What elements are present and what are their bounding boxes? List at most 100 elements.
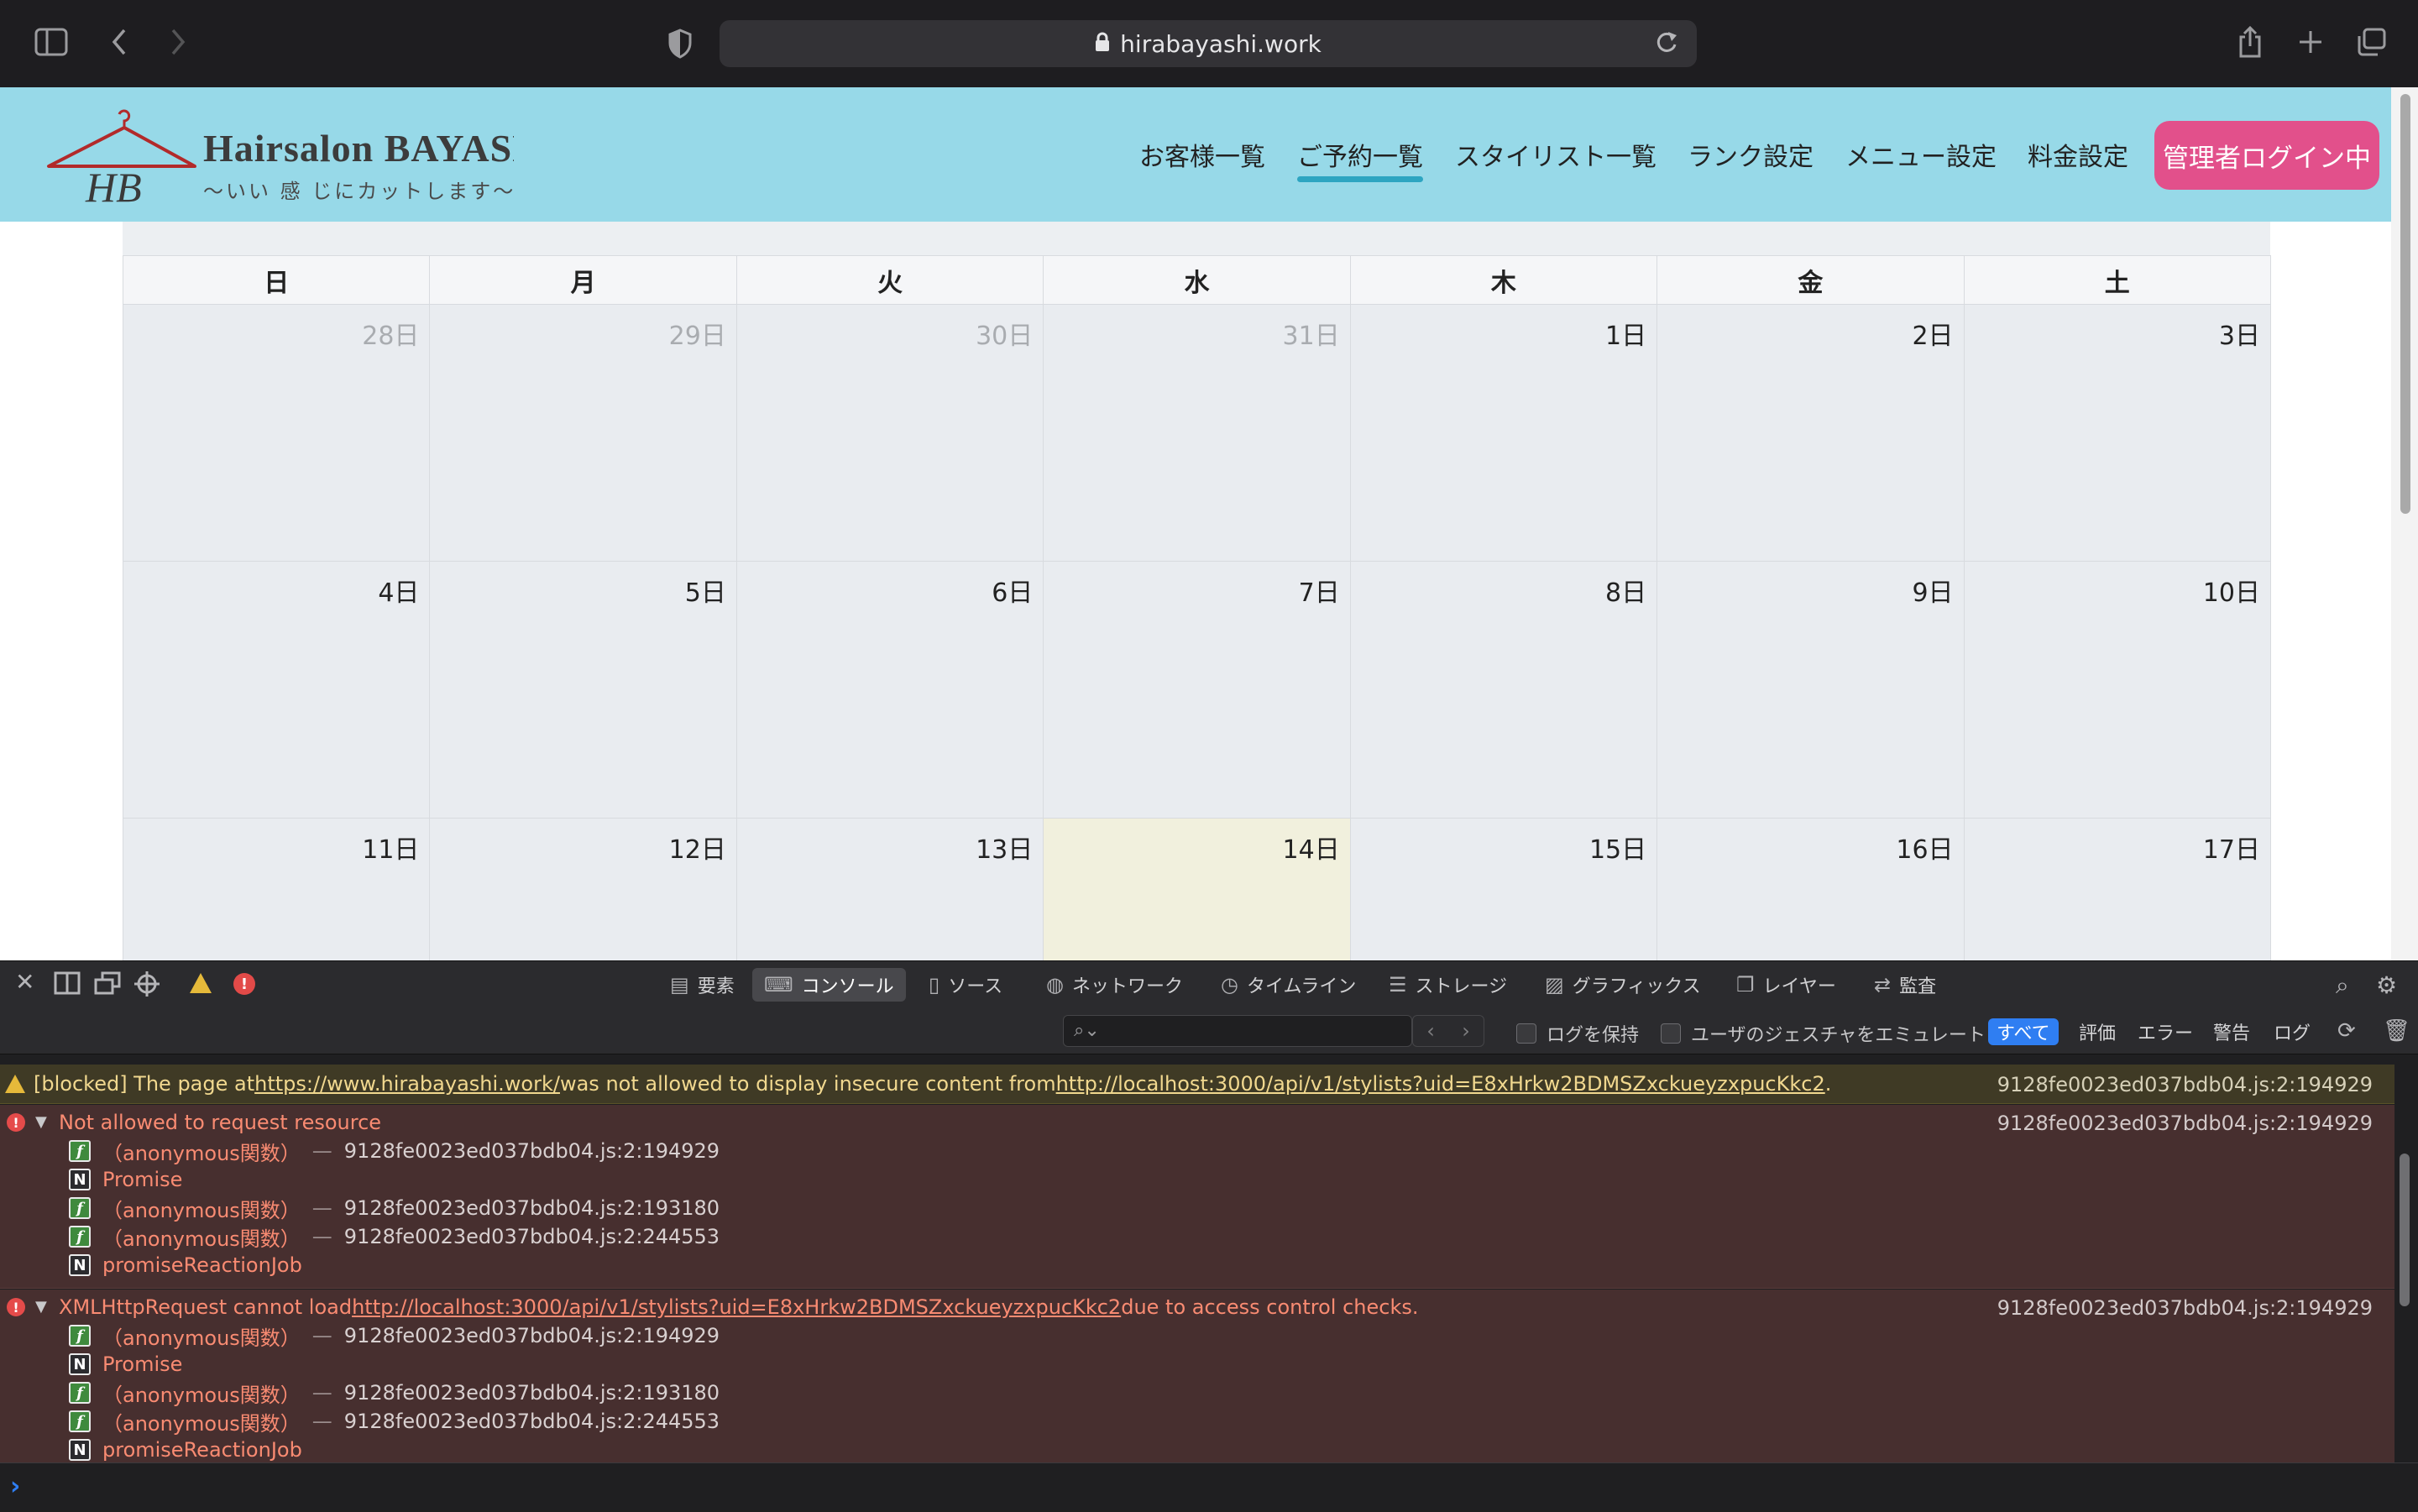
stack-frame[interactable]: NpromiseReactionJob: [69, 1436, 302, 1462]
emulate-gesture-checkbox[interactable]: ユーザのジェスチャをエミュレート: [1661, 1020, 1986, 1047]
calendar-day[interactable]: 30日: [736, 305, 1044, 562]
dock-side-icon[interactable]: [54, 971, 81, 1001]
frame-function-name: （anonymous関数）: [102, 1198, 301, 1222]
tab-audit[interactable]: ⇄ 監査: [1862, 968, 1948, 1002]
nav-stylists[interactable]: スタイリスト一覧: [1455, 136, 1656, 173]
nav-reservations[interactable]: ご予約一覧: [1297, 136, 1423, 182]
console-error-message[interactable]: ! ▼ Not allowed to request resource 9128fe0…: [0, 1105, 2394, 1289]
warning-page-link[interactable]: https://www.hirabayashi.work/: [254, 1072, 560, 1096]
gear-icon[interactable]: ⚙: [2376, 971, 2397, 999]
nav-rank-settings[interactable]: ランク設定: [1688, 136, 1814, 173]
stack-frame[interactable]: f （anonymous関数） — 9128fe0023ed037bdb04.js:2…: [69, 1222, 720, 1251]
error-title: XMLHttpRequest cannot load http://localh…: [59, 1293, 1418, 1321]
element-picker-icon[interactable]: [134, 971, 160, 1002]
console-error-message[interactable]: ! ▼ XMLHttpRequest cannot load http://loca…: [0, 1290, 2394, 1462]
preserve-log-checkbox[interactable]: ログを保持: [1516, 1020, 1639, 1047]
calendar-day[interactable]: 8日: [1350, 562, 1658, 819]
next-icon[interactable]: ›: [1448, 1016, 1484, 1046]
calendar-toolbar: [123, 222, 2270, 255]
reload-icon[interactable]: [1655, 30, 1678, 61]
site-logo[interactable]: HB Hairsalon BAYASHI 〜いい 感 じにカットします〜: [44, 107, 514, 208]
calendar-day[interactable]: 31日: [1044, 305, 1351, 562]
tab-timeline[interactable]: ◷ タイムライン: [1209, 968, 1368, 1002]
level-filter-button[interactable]: エラー: [2129, 1018, 2201, 1045]
frame-location-link[interactable]: 9128fe0023ed037bdb04.js:2:193180: [344, 1381, 720, 1405]
tab-elements[interactable]: ▤ 要素: [658, 968, 746, 1002]
previous-icon[interactable]: ‹: [1413, 1016, 1448, 1046]
tab-overview-icon[interactable]: [2353, 25, 2389, 59]
calendar-day[interactable]: 29日: [430, 305, 737, 562]
tab-graphics[interactable]: ▨ グラフィックス: [1533, 968, 1713, 1002]
filter-nav-arrows[interactable]: ‹ ›: [1412, 1015, 1484, 1047]
nav-price-settings[interactable]: 料金設定: [2028, 136, 2128, 173]
error-count-icon[interactable]: !: [233, 973, 255, 995]
calendar-day[interactable]: 2日: [1657, 305, 1965, 562]
disclosure-triangle-icon[interactable]: ▼: [35, 1113, 47, 1131]
auto-clear-icon[interactable]: ⟳: [2337, 1018, 2356, 1044]
share-icon[interactable]: [2233, 24, 2267, 60]
detach-window-icon[interactable]: [94, 971, 121, 1001]
calendar-day[interactable]: 7日: [1044, 562, 1351, 819]
address-bar[interactable]: hirabayashi.work: [720, 20, 1697, 67]
source-location-link[interactable]: 9128fe0023ed037bdb04.js:2:194929: [1997, 1296, 2373, 1320]
lock-icon: [1095, 30, 1110, 58]
console-filter-input[interactable]: ⌕⌄: [1063, 1015, 1412, 1047]
frame-location-link[interactable]: 9128fe0023ed037bdb04.js:2:244553: [344, 1410, 720, 1433]
calendar-day[interactable]: 28日: [123, 305, 431, 562]
calendar-day[interactable]: 10日: [1964, 562, 2271, 819]
error-resource-link[interactable]: http://localhost:3000/api/v1/stylists?ui…: [352, 1295, 1121, 1319]
error-icon: !: [7, 1298, 25, 1316]
calendar-day[interactable]: 4日: [123, 562, 431, 819]
frame-location-link[interactable]: 9128fe0023ed037bdb04.js:2:244553: [344, 1225, 720, 1248]
search-icon[interactable]: ⌕: [2336, 971, 2349, 1000]
stack-frame[interactable]: f （anonymous関数） — 9128fe0023ed037bdb04.js:2…: [69, 1321, 720, 1350]
console-warning-message[interactable]: [blocked] The page at https://www.hiraba…: [0, 1065, 2394, 1104]
forward-icon[interactable]: [163, 25, 193, 59]
level-filter-button[interactable]: 警告: [2205, 1018, 2258, 1045]
console-prompt[interactable]: ›: [0, 1462, 2418, 1512]
calendar-day[interactable]: 6日: [736, 562, 1044, 819]
stack-frame[interactable]: f （anonymous関数） — 9128fe0023ed037bdb04.js:2…: [69, 1194, 720, 1222]
calendar-day[interactable]: 1日: [1350, 305, 1658, 562]
warning-count-icon[interactable]: [190, 973, 212, 993]
back-icon[interactable]: [104, 25, 134, 59]
stack-frame[interactable]: f （anonymous関数） — 9128fe0023ed037bdb04.js:2…: [69, 1137, 720, 1165]
frame-location-link[interactable]: 9128fe0023ed037bdb04.js:2:194929: [344, 1139, 720, 1163]
admin-login-button[interactable]: 管理者ログイン中: [2154, 121, 2379, 190]
clear-console-icon[interactable]: 🗑︎: [2383, 1018, 2410, 1044]
stack-frame[interactable]: f （anonymous関数） — 9128fe0023ed037bdb04.js:2…: [69, 1379, 720, 1407]
stack-frame[interactable]: NpromiseReactionJob: [69, 1251, 302, 1279]
day-number: 5日: [684, 578, 726, 608]
tab-network[interactable]: ◍ ネットワーク: [1034, 968, 1195, 1002]
day-number: 7日: [1298, 578, 1340, 608]
tab-layers[interactable]: ❐ レイヤー: [1725, 968, 1848, 1002]
stack-frame[interactable]: f （anonymous関数） — 9128fe0023ed037bdb04.js:2…: [69, 1407, 720, 1436]
function-frame-icon: f: [69, 1140, 91, 1162]
console-scrollbar-thumb[interactable]: [2400, 1154, 2410, 1306]
frame-location-link[interactable]: 9128fe0023ed037bdb04.js:2:193180: [344, 1196, 720, 1220]
frame-location-link[interactable]: 9128fe0023ed037bdb04.js:2:194929: [344, 1324, 720, 1347]
source-location-link[interactable]: 9128fe0023ed037bdb04.js:2:194929: [1997, 1073, 2373, 1096]
page-scrollbar-thumb[interactable]: [2400, 94, 2410, 514]
close-icon[interactable]: ✕: [15, 968, 34, 996]
nav-menu-settings[interactable]: メニュー設定: [1845, 136, 1997, 173]
level-filter-button[interactable]: ログ: [2265, 1018, 2319, 1045]
level-filter-button[interactable]: 評価: [2070, 1018, 2124, 1045]
sidebar-toggle-icon[interactable]: [32, 25, 71, 59]
disclosure-triangle-icon[interactable]: ▼: [35, 1298, 47, 1316]
calendar-day[interactable]: 9日: [1657, 562, 1965, 819]
tab-sources[interactable]: ▯ ソース: [917, 968, 1014, 1002]
sources-icon: ▯: [929, 973, 940, 997]
level-filter-button[interactable]: すべて: [1988, 1018, 2059, 1045]
source-location-link[interactable]: 9128fe0023ed037bdb04.js:2:194929: [1997, 1112, 2373, 1135]
new-tab-icon[interactable]: [2294, 25, 2327, 59]
privacy-shield-icon[interactable]: [663, 25, 697, 62]
tab-storage[interactable]: ☰ ストレージ: [1377, 968, 1519, 1002]
nav-customers[interactable]: お客様一覧: [1139, 136, 1265, 173]
calendar-day[interactable]: 5日: [430, 562, 737, 819]
calendar-day[interactable]: 3日: [1964, 305, 2271, 562]
warning-content-link[interactable]: http://localhost:3000/api/v1/stylists?ui…: [1056, 1072, 1825, 1096]
tab-console[interactable]: ⌨ コンソール: [752, 968, 906, 1002]
stack-frame[interactable]: N Promise: [69, 1350, 182, 1379]
stack-frame[interactable]: N Promise: [69, 1165, 182, 1194]
